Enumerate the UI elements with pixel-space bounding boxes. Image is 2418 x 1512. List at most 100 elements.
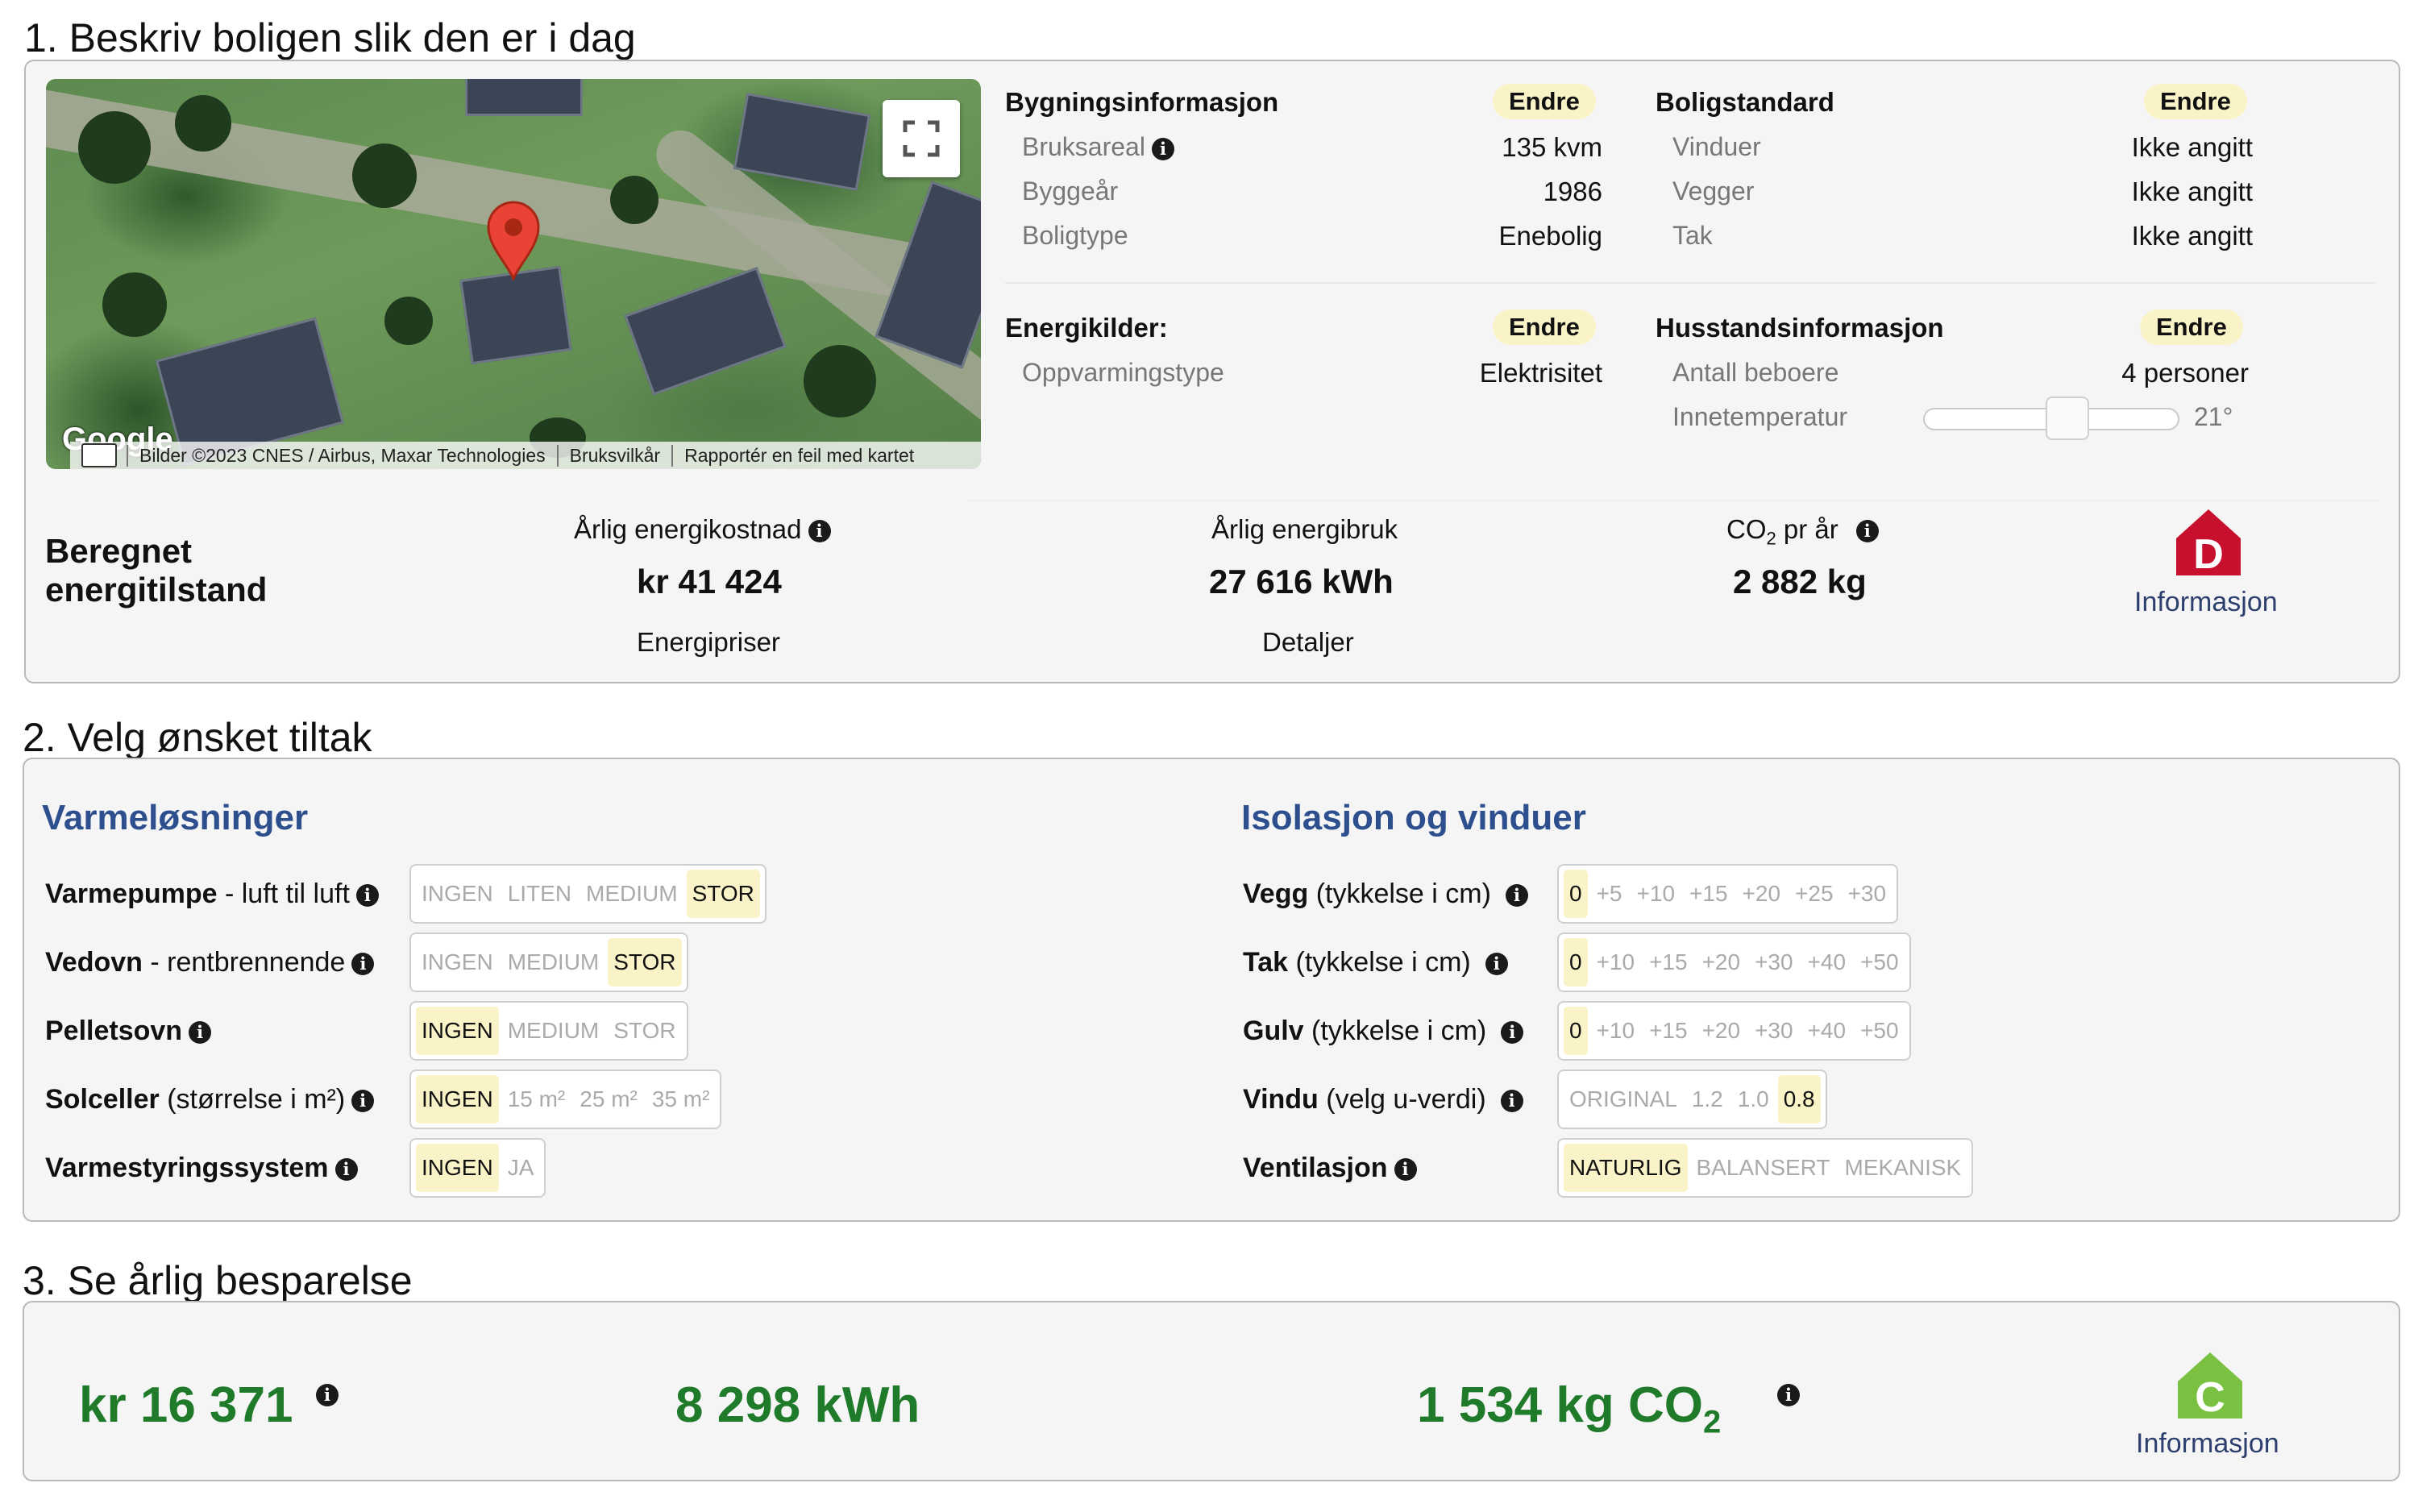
option-ingen[interactable]: INGEN — [416, 870, 499, 918]
option-25[interactable]: 25 m² — [574, 1075, 643, 1124]
option-ingen[interactable]: INGEN — [416, 1007, 499, 1055]
keyboard-shortcuts-icon[interactable] — [81, 443, 117, 467]
residents-label: Antall beboere — [1672, 358, 1839, 387]
option-0[interactable]: 0 — [1564, 870, 1588, 918]
section-title-savings: 3. Se årlig besparelse — [23, 1258, 413, 1303]
household-info-title: Husstandsinformasjon — [1656, 313, 1944, 343]
house-standard-title: Boligstandard — [1656, 87, 1834, 117]
option-10[interactable]: +10 — [1591, 1007, 1641, 1055]
map-report-link[interactable]: Rapportér en feil med kartet — [671, 444, 925, 467]
info-icon[interactable]: i — [1855, 520, 1879, 543]
heating-type-value: Elektrisitet — [1479, 358, 1602, 388]
option-stor[interactable]: STOR — [686, 870, 760, 918]
option-10[interactable]: +10 — [1631, 870, 1681, 918]
option-liten[interactable]: LITEN — [502, 870, 577, 918]
option-balansert[interactable]: BALANSERT — [1691, 1144, 1836, 1192]
annual-use-label: Årlig energibruk — [1211, 514, 1398, 544]
option-mekanisk[interactable]: MEKANISK — [1839, 1144, 1967, 1192]
annual-use-value: 27 616 kWh — [1209, 563, 1394, 600]
option-ingen[interactable]: INGEN — [416, 1075, 499, 1124]
co2-label: CO2 pr år i — [1726, 514, 1879, 550]
window-uvalue-options: ORIGINAL 1.2 1.0 0.8 — [1557, 1070, 1827, 1129]
option-30[interactable]: +30 — [1749, 938, 1799, 987]
option-medium[interactable]: MEDIUM — [502, 938, 605, 987]
map-tree — [804, 345, 876, 417]
map-terms-link[interactable]: Bruksvilkår — [556, 444, 671, 467]
option-medium[interactable]: MEDIUM — [580, 870, 683, 918]
option-40[interactable]: +40 — [1802, 1007, 1852, 1055]
energy-details-link[interactable]: Detaljer — [1262, 627, 1354, 658]
indoor-temp-slider-handle[interactable] — [2046, 397, 2089, 440]
info-icon[interactable]: i — [1501, 1021, 1524, 1045]
edit-standard-button[interactable]: Endre — [2144, 84, 2247, 119]
option-5[interactable]: +5 — [1591, 870, 1628, 918]
option-20[interactable]: +20 — [1697, 1007, 1747, 1055]
info-icon[interactable]: i — [1485, 953, 1508, 976]
option-15[interactable]: +15 — [1684, 870, 1734, 918]
ventilation-label: Ventilasjon i — [1243, 1153, 1417, 1184]
option-20[interactable]: +20 — [1697, 938, 1747, 987]
option-50[interactable]: +50 — [1855, 1007, 1905, 1055]
option-15[interactable]: +15 — [1643, 1007, 1693, 1055]
option-20[interactable]: +20 — [1737, 870, 1787, 918]
window-uvalue-label: Vindu (velg u-verdi) i — [1243, 1084, 1523, 1115]
annual-cost-label: Årlig energikostnad i — [574, 514, 831, 545]
option-1-0[interactable]: 1.0 — [1732, 1075, 1775, 1124]
energy-grade-info-link[interactable]: Informasjon — [2134, 587, 2278, 618]
co2-value: 2 882 kg — [1733, 563, 1867, 600]
option-stor[interactable]: STOR — [608, 1007, 681, 1055]
map-fullscreen-button[interactable] — [883, 100, 960, 177]
info-icon[interactable]: i — [351, 953, 375, 976]
option-ingen[interactable]: INGEN — [416, 938, 499, 987]
option-naturlig[interactable]: NATURLIG — [1564, 1144, 1688, 1192]
option-25[interactable]: +25 — [1789, 870, 1839, 918]
option-50[interactable]: +50 — [1855, 938, 1905, 987]
info-icon[interactable]: i — [351, 1090, 375, 1113]
satellite-map[interactable]: Google Bilder ©2023 CNES / Airbus, Maxar… — [46, 79, 981, 469]
info-icon[interactable]: i — [1777, 1384, 1800, 1406]
floor-insulation-options: 0 +10 +15 +20 +30 +40 +50 — [1557, 1001, 1911, 1061]
edit-energy-sources-button[interactable]: Endre — [1493, 309, 1596, 345]
info-icon[interactable]: i — [808, 520, 831, 543]
option-0[interactable]: 0 — [1564, 938, 1588, 987]
option-0-8[interactable]: 0.8 — [1777, 1075, 1821, 1124]
solar-panels-label: Solceller (størrelse i m²) i — [45, 1084, 375, 1115]
option-1-2[interactable]: 1.2 — [1686, 1075, 1729, 1124]
annual-cost-value: kr 41 424 — [637, 563, 782, 600]
info-icon[interactable]: i — [1151, 137, 1174, 160]
energy-prices-link[interactable]: Energipriser — [637, 627, 780, 658]
info-icon[interactable]: i — [1500, 1090, 1523, 1113]
option-original[interactable]: ORIGINAL — [1564, 1075, 1683, 1124]
option-30[interactable]: +30 — [1843, 870, 1892, 918]
map-house-roof — [733, 93, 871, 191]
info-icon[interactable]: i — [334, 1158, 358, 1182]
building-area-label: Bruksareal i — [1022, 132, 1174, 162]
option-35[interactable]: 35 m² — [646, 1075, 716, 1124]
location-pin-icon — [487, 201, 540, 280]
edit-building-button[interactable]: Endre — [1493, 84, 1596, 119]
info-icon[interactable]: i — [1394, 1158, 1417, 1182]
option-15[interactable]: +15 — [1643, 938, 1693, 987]
option-stor[interactable]: STOR — [608, 938, 682, 987]
option-ingen[interactable]: INGEN — [416, 1144, 499, 1192]
option-0[interactable]: 0 — [1564, 1007, 1588, 1055]
energy-state-divider — [967, 500, 2378, 501]
option-medium[interactable]: MEDIUM — [502, 1007, 605, 1055]
info-icon[interactable]: i — [1505, 884, 1528, 908]
info-icon[interactable]: i — [355, 884, 379, 908]
option-30[interactable]: +30 — [1749, 1007, 1799, 1055]
info-icon[interactable]: i — [316, 1384, 339, 1406]
option-10[interactable]: +10 — [1591, 938, 1641, 987]
pellet-stove-label: Pelletsovn i — [45, 1016, 212, 1047]
option-15[interactable]: 15 m² — [502, 1075, 571, 1124]
option-ja[interactable]: JA — [502, 1144, 540, 1192]
edit-household-button[interactable]: Endre — [2140, 309, 2243, 345]
map-house-roof — [459, 265, 572, 365]
savings-panel — [23, 1301, 2400, 1481]
info-icon[interactable]: i — [189, 1021, 212, 1045]
option-40[interactable]: +40 — [1802, 938, 1852, 987]
roof-value: Ikke angitt — [2131, 221, 2253, 251]
heating-type-label: Oppvarmingstype — [1022, 358, 1224, 387]
savings-grade-info-link[interactable]: Informasjon — [2136, 1428, 2279, 1460]
energy-state-title: Beregnet energitilstand — [45, 532, 268, 609]
